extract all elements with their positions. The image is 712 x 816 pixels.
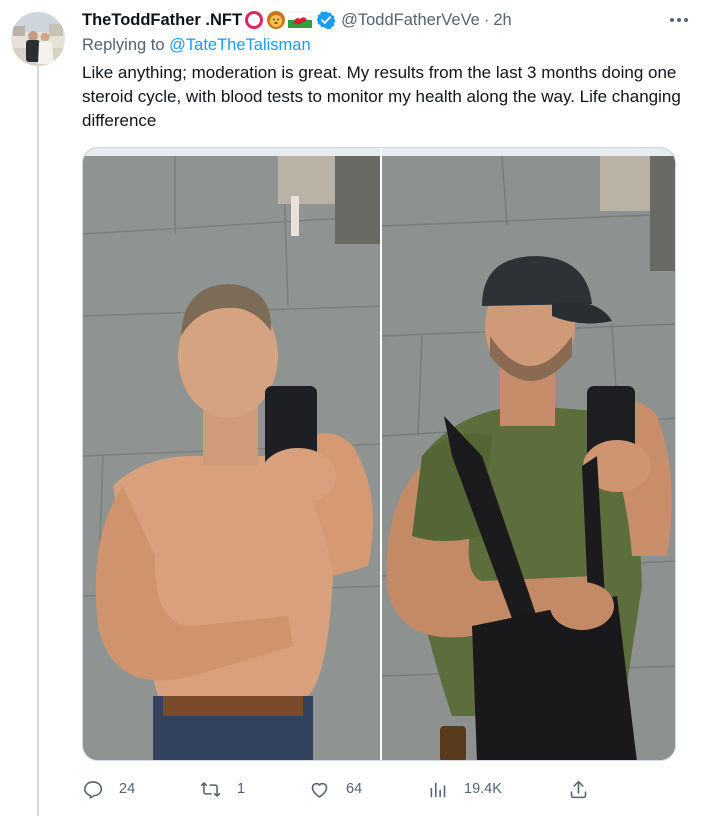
tweet-media[interactable] — [82, 147, 676, 761]
like-button[interactable]: 64 — [309, 776, 362, 802]
after-photo[interactable] — [381, 155, 675, 760]
media-top-strip — [83, 148, 675, 156]
verified-badge-icon — [316, 10, 336, 30]
replying-to-link[interactable]: @TateTheTalisman — [169, 36, 310, 54]
views-count: 19.4K — [464, 781, 502, 797]
avatar[interactable] — [11, 12, 65, 66]
more-icon — [670, 18, 688, 22]
before-photo[interactable] — [83, 155, 381, 760]
share-button[interactable] — [568, 776, 589, 802]
separator-dot: · — [483, 10, 490, 29]
replying-to: Replying to @TateTheTalisman — [82, 36, 311, 55]
lion-icon — [266, 10, 286, 30]
timestamp[interactable]: 2h — [493, 11, 511, 30]
user-handle[interactable]: @ToddFatherVeVe — [341, 11, 480, 30]
heart-icon — [311, 782, 328, 798]
retweet-icon — [200, 781, 221, 797]
tweet-actions: 24 1 64 19.4K — [82, 776, 602, 802]
reply-count: 24 — [119, 781, 136, 797]
replying-prefix: Replying to — [82, 36, 165, 54]
views-button[interactable]: 19.4K — [427, 776, 502, 802]
display-name[interactable]: TheToddFather .NFT — [82, 11, 242, 30]
thread-line — [37, 66, 39, 816]
reply-button[interactable]: 24 — [82, 776, 135, 802]
tweet-text: Like anything; moderation is great. My r… — [82, 63, 681, 130]
like-count: 64 — [346, 781, 363, 797]
more-options-button[interactable] — [668, 10, 690, 30]
retweet-count: 1 — [237, 781, 246, 797]
tweet-header: TheToddFather .NFT @ToddFatherVeVe · 2h — [82, 8, 682, 32]
wales-flag-icon — [288, 11, 313, 29]
views-icon — [430, 782, 446, 797]
retweet-button[interactable]: 1 — [200, 776, 245, 802]
reply-icon — [84, 780, 103, 799]
red-circle-icon — [244, 10, 264, 30]
share-icon — [570, 780, 587, 798]
